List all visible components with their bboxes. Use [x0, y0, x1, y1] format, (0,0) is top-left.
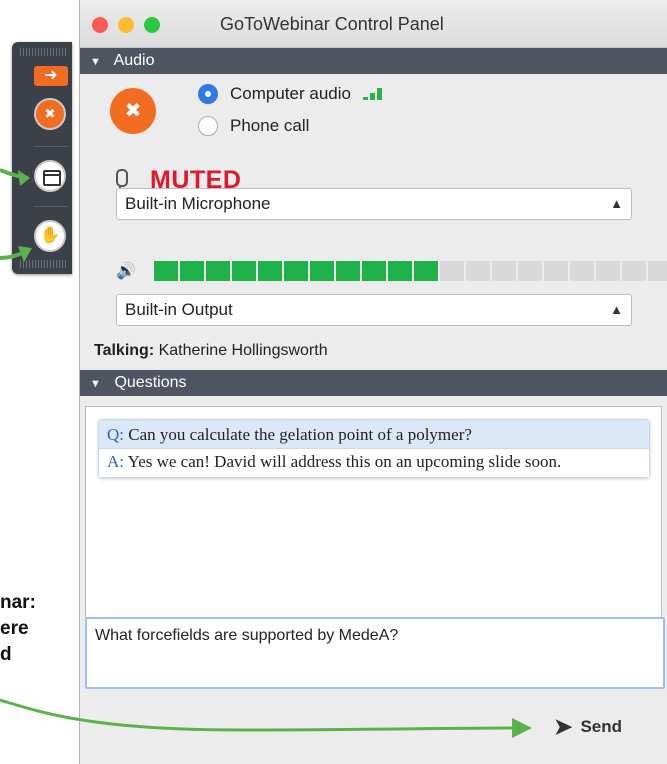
arrow-to-send — [0, 698, 516, 732]
annotation-arrows — [0, 168, 532, 738]
arrow-head-send — [512, 718, 532, 738]
arrow-head-screen — [18, 170, 30, 186]
